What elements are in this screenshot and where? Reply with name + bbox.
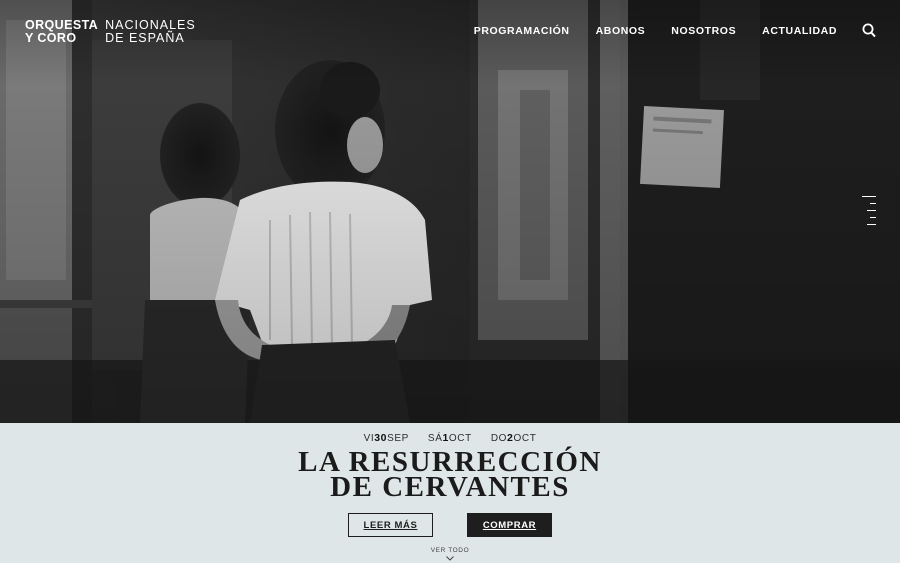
hero-photo xyxy=(0,0,900,423)
nav-actualidad[interactable]: ACTUALIDAD xyxy=(762,25,837,38)
hero-section: ORQUESTA Y CORO NACIONALES DE ESPAÑA PRO… xyxy=(0,0,900,423)
event-date: DO2OCT xyxy=(491,432,537,444)
search-icon[interactable] xyxy=(862,23,876,38)
site-logo[interactable]: ORQUESTA Y CORO NACIONALES DE ESPAÑA xyxy=(25,19,196,44)
date-month: OCT xyxy=(513,433,537,444)
event-title-line2: DE CERVANTES xyxy=(330,471,570,503)
logo-light-text: NACIONALES DE ESPAÑA xyxy=(105,19,196,44)
date-day-name: SÁ xyxy=(427,433,443,444)
event-title: LA RESURRECCIÓN DE CERVANTES xyxy=(0,448,900,503)
date-day-number: 30 xyxy=(374,432,388,444)
date-day-name: VI xyxy=(363,433,375,444)
see-all-link[interactable]: VER TODO xyxy=(0,547,900,554)
date-month: OCT xyxy=(448,433,472,444)
logo-line-de-espana: DE ESPAÑA xyxy=(105,30,185,45)
date-month: SEP xyxy=(387,433,409,444)
event-dates: VI30SEP SÁ1OCT DO2OCT xyxy=(0,432,900,444)
logo-bold-text: ORQUESTA Y CORO xyxy=(25,19,98,44)
buy-button[interactable]: COMPRAR xyxy=(467,513,552,537)
logo-line-y-coro: Y CORO xyxy=(25,30,77,45)
nav-abonos[interactable]: ABONOS xyxy=(596,25,646,38)
menu-lines-icon[interactable] xyxy=(862,196,876,227)
nav-programacion[interactable]: PROGRAMACIÓN xyxy=(474,25,570,38)
read-more-button[interactable]: LEER MÁS xyxy=(348,513,433,537)
event-panel: VI30SEP SÁ1OCT DO2OCT LA RESURRECCIÓN DE… xyxy=(0,423,900,563)
main-nav: PROGRAMACIÓN ABONOS NOSOTROS ACTUALIDAD xyxy=(474,25,837,38)
event-date: VI30SEP xyxy=(364,432,409,444)
date-day-name: DO xyxy=(490,433,508,444)
logo-line-nacionales: NACIONALES xyxy=(105,18,196,32)
nav-nosotros[interactable]: NOSOTROS xyxy=(671,25,736,38)
chevron-down-icon[interactable] xyxy=(446,556,454,561)
logo-line-orquesta: ORQUESTA xyxy=(25,18,99,32)
event-date: SÁ1OCT xyxy=(428,432,472,444)
